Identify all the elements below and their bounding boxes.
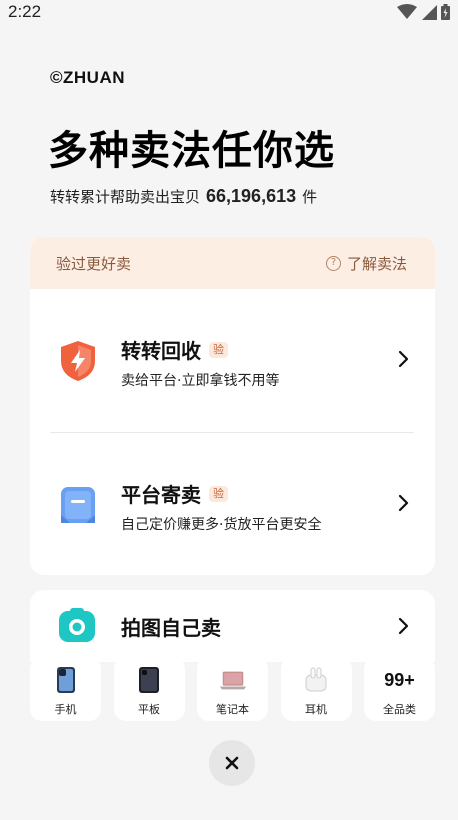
- divider: [50, 432, 414, 433]
- brand-logo: ©ZHUAN: [50, 68, 126, 87]
- category-row: 手机 平板 笔记本 耳机 99+ 全品类: [30, 657, 435, 721]
- option-recycle-desc: 卖给平台·立即拿钱不用等: [121, 373, 280, 389]
- option-consign-text: 平台寄卖 验 自己定价赚更多·货放平台更安全: [121, 479, 321, 534]
- option-consign-title: 平台寄卖: [121, 483, 201, 507]
- sold-count-value: 66,196,613: [206, 186, 297, 206]
- category-label: 全品类: [383, 703, 416, 716]
- verified-badge: 验: [209, 341, 228, 358]
- wifi-icon: [397, 4, 417, 19]
- category-phone[interactable]: 手机: [30, 657, 101, 721]
- chevron-right-icon: [398, 494, 409, 512]
- option-recycle-text: 转转回收 验 卖给平台·立即拿钱不用等: [121, 335, 279, 390]
- close-button[interactable]: [209, 740, 255, 786]
- category-all[interactable]: 99+ 全品类: [364, 657, 435, 721]
- battery-icon: [441, 4, 450, 20]
- sell-methods-card: 验过更好卖 ? 了解卖法 转转回收 验 卖给平台·立即拿钱不用等 平台寄卖 验 …: [30, 237, 435, 575]
- camera-icon: [59, 608, 95, 642]
- phone-icon: [56, 667, 75, 693]
- status-icons: [397, 4, 450, 20]
- option-consign-desc: 自己定价赚更多·货放平台更安全: [121, 517, 322, 533]
- category-label: 笔记本: [216, 703, 249, 716]
- box-icon: [61, 487, 95, 523]
- option-recycle-title: 转转回收: [121, 339, 201, 363]
- chevron-right-icon: [398, 350, 409, 368]
- learn-sell-methods-link[interactable]: ? 了解卖法: [325, 253, 407, 274]
- category-all-count: 99+: [384, 670, 415, 690]
- shield-lightning-icon: [61, 341, 95, 381]
- laptop-icon: [219, 671, 246, 690]
- category-label: 手机: [54, 703, 77, 716]
- option-recycle[interactable]: 转转回收 验 卖给平台·立即拿钱不用等: [30, 309, 435, 409]
- card-header: 验过更好卖 ? 了解卖法: [30, 237, 435, 289]
- sold-count-line: 转转累计帮助卖出宝贝 66,196,613 件: [50, 186, 317, 207]
- category-tablet[interactable]: 平板: [113, 657, 185, 721]
- sold-count-prefix: 转转累计帮助卖出宝贝: [50, 188, 201, 206]
- close-icon: [225, 756, 239, 770]
- earphones-icon: [305, 667, 327, 692]
- question-circle-icon: ?: [325, 255, 341, 271]
- category-laptop[interactable]: 笔记本: [197, 657, 268, 721]
- option-photo-sell[interactable]: 拍图自己卖: [30, 590, 435, 662]
- chevron-right-icon: [398, 617, 409, 635]
- category-label: 耳机: [305, 703, 327, 716]
- tablet-icon: [139, 667, 159, 693]
- option-consign[interactable]: 平台寄卖 验 自己定价赚更多·货放平台更安全: [30, 453, 435, 553]
- status-time: 2:22: [8, 2, 42, 21]
- signal-icon: [422, 5, 437, 20]
- option-photo-sell-title: 拍图自己卖: [121, 616, 221, 640]
- verified-badge: 验: [209, 485, 228, 502]
- status-bar: 2:22: [0, 0, 458, 24]
- page-title: 多种卖法任你选: [48, 128, 335, 174]
- category-label: 平板: [138, 703, 160, 716]
- learn-sell-methods-label: 了解卖法: [346, 254, 407, 273]
- category-earphones[interactable]: 耳机: [280, 657, 352, 721]
- card-header-title: 验过更好卖: [56, 254, 132, 273]
- sold-count-suffix: 件: [302, 188, 318, 206]
